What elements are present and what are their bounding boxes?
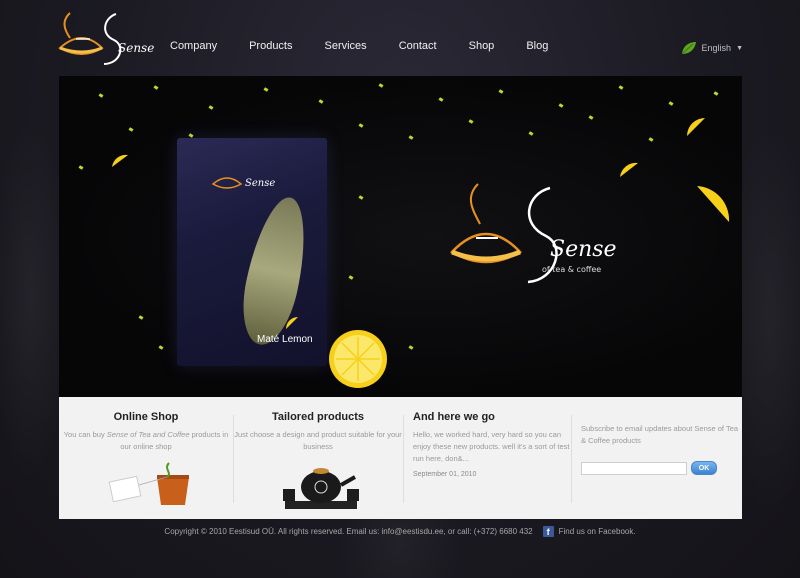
product-name: Maté Lemon [257, 334, 313, 345]
lemon-slice-icon [697, 186, 730, 222]
confetti [588, 115, 594, 120]
subscribe-text: Subscribe to email updates about Sense o… [581, 424, 739, 445]
confetti [318, 99, 324, 104]
confetti [378, 83, 384, 88]
nav-services[interactable]: Services [325, 40, 367, 52]
confetti [78, 165, 84, 170]
package-logo: Sense [211, 177, 275, 189]
confetti [263, 87, 269, 92]
confetti [208, 105, 214, 110]
confetti [618, 85, 624, 90]
chevron-down-icon: ▼ [736, 44, 743, 52]
footer-copyright: Copyright © 2010 Eestisud OÜ. All rights… [164, 527, 533, 536]
main-nav: Company Products Services Contact Shop B… [170, 40, 580, 52]
confetti [713, 91, 719, 96]
facebook-icon: f [542, 526, 554, 537]
lemon-slice-icon [112, 154, 128, 167]
confetti [408, 135, 414, 140]
leaf-icon [681, 42, 696, 55]
facebook-link[interactable]: f Find us on Facebook. [542, 526, 636, 537]
lemon-slice-icon [620, 162, 638, 177]
svg-text:Sense: Sense [245, 178, 275, 189]
online-shop-link[interactable]: Sense of Tea and Coffee [107, 430, 190, 439]
confetti [348, 275, 354, 280]
nav-shop[interactable]: Shop [469, 40, 495, 52]
site-logo[interactable]: Sense [56, 8, 166, 68]
subscribe-form: OK [581, 461, 742, 475]
online-shop-title[interactable]: Online Shop [59, 411, 233, 423]
confetti [498, 89, 504, 94]
svg-text:of tea & coffee: of tea & coffee [542, 265, 601, 274]
confetti [158, 345, 164, 350]
confetti [98, 93, 104, 98]
nav-company[interactable]: Company [170, 40, 217, 52]
confetti [408, 345, 414, 350]
confetti [468, 119, 474, 124]
confetti [528, 131, 534, 136]
confetti [358, 195, 364, 200]
nav-products[interactable]: Products [249, 40, 292, 52]
ok-button[interactable]: OK [691, 461, 717, 475]
nav-blog[interactable]: Blog [526, 40, 548, 52]
info-band: Online Shop You can buy Sense of Tea and… [59, 397, 742, 519]
tea-window [233, 192, 317, 350]
lemon-icon [329, 330, 387, 388]
confetti [648, 137, 654, 142]
subscribe-section: Subscribe to email updates about Sense o… [571, 397, 742, 519]
hero-banner: Sense Maté Lemon Sense of tea & coffee [59, 76, 742, 397]
language-selector[interactable]: English ▼ [681, 41, 743, 55]
tailored-products-section: Tailored products Just choose a design a… [233, 397, 403, 519]
news-date: September 01, 2010 [413, 471, 477, 478]
news-title[interactable]: And here we go [413, 411, 571, 423]
online-shop-section: Online Shop You can buy Sense of Tea and… [59, 397, 233, 519]
nav-contact[interactable]: Contact [399, 40, 437, 52]
facebook-label: Find us on Facebook. [558, 527, 636, 536]
news-section: And here we go Hello, we worked hard, ve… [403, 397, 571, 519]
online-shop-text: You can buy Sense of Tea and Coffee prod… [63, 430, 229, 451]
confetti [138, 315, 144, 320]
product-package: Sense Maté Lemon [177, 138, 327, 366]
lemon-slice-icon [286, 317, 298, 329]
confetti [668, 101, 674, 106]
confetti [558, 103, 564, 108]
email-input[interactable] [581, 461, 687, 475]
confetti [153, 85, 159, 90]
svg-text:Sense: Sense [550, 237, 617, 262]
confetti [358, 123, 364, 128]
hero-brand-logo: Sense of tea & coffee [450, 183, 617, 284]
svg-text:Sense: Sense [118, 41, 154, 55]
confetti [128, 127, 134, 132]
confetti [438, 97, 444, 102]
tea-set-image [283, 468, 359, 509]
footer: Copyright © 2010 Eestisud OÜ. All rights… [0, 526, 800, 537]
tea-bag-image [108, 462, 189, 505]
language-label: English [701, 43, 732, 53]
lemon-slice-icon [687, 118, 705, 136]
tailored-products-title[interactable]: Tailored products [233, 411, 403, 423]
tailored-products-text: Just choose a design and product suitabl… [234, 430, 402, 451]
news-text: Hello, we worked hard, very hard so you … [413, 430, 570, 463]
